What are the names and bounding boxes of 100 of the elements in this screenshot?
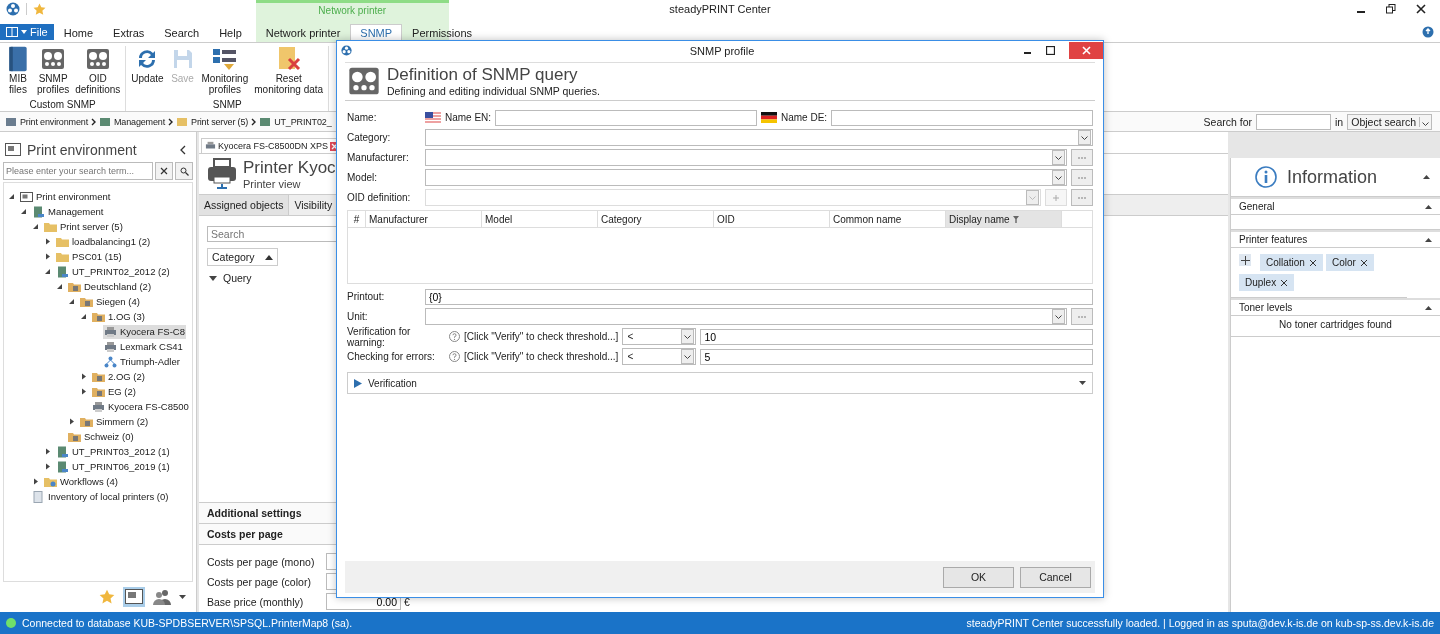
- dropdown-field[interactable]: [425, 308, 1067, 325]
- threshold-field[interactable]: 10: [700, 328, 1093, 345]
- tree-item[interactable]: UT_PRINT06_2019 (1): [55, 459, 171, 474]
- column-header[interactable]: Category: [598, 211, 714, 227]
- tree-item[interactable]: EG (2): [91, 384, 137, 399]
- maximize-icon[interactable]: [1046, 46, 1055, 55]
- search-field[interactable]: Search: [207, 226, 337, 242]
- breadcrumb-item[interactable]: Print environment: [4, 115, 89, 128]
- collapse-icon[interactable]: [1425, 237, 1432, 242]
- ribbon-tab[interactable]: Search: [154, 24, 210, 42]
- column-header[interactable]: Display name: [946, 211, 1062, 227]
- ribbon-button[interactable]: Monitoring profiles: [199, 46, 251, 95]
- filter-icon[interactable]: [1012, 215, 1019, 223]
- clear-button[interactable]: [155, 162, 173, 180]
- verification-expander[interactable]: Verification: [347, 372, 1093, 394]
- search-scope-dropdown[interactable]: Object search: [1347, 113, 1432, 130]
- tree-item[interactable]: Siegen (4): [79, 294, 141, 309]
- breadcrumb-item[interactable]: Print server (5): [175, 115, 250, 128]
- remove-icon[interactable]: [1280, 278, 1289, 287]
- tree-item[interactable]: Print environment: [19, 189, 112, 204]
- sort-button[interactable]: Category: [207, 248, 278, 266]
- expanded-arrow-icon[interactable]: [19, 208, 28, 215]
- ribbon-tab[interactable]: Network printer: [255, 24, 351, 42]
- dialog-button[interactable]: OK: [943, 566, 1014, 588]
- tree-item[interactable]: 2.OG (2): [91, 369, 146, 384]
- caret-icon[interactable]: [179, 595, 186, 599]
- tree-search-field[interactable]: Please enter your search term...: [3, 162, 153, 180]
- expanded-arrow-icon[interactable]: [7, 193, 16, 200]
- ribbon-tab[interactable]: Extras: [103, 24, 155, 42]
- collapse-icon[interactable]: [1423, 175, 1430, 179]
- collapse-icon[interactable]: [180, 145, 186, 155]
- ribbon-button[interactable]: Reset monitoring data: [252, 46, 326, 95]
- tree-item[interactable]: Schweiz (0): [67, 429, 135, 444]
- tree-item[interactable]: UT_PRINT03_2012 (1): [55, 444, 171, 459]
- expanded-arrow-icon[interactable]: [31, 223, 40, 230]
- expanded-arrow-icon[interactable]: [79, 313, 88, 320]
- help-icon[interactable]: [449, 331, 460, 342]
- help-icon[interactable]: [1422, 26, 1434, 38]
- expanded-arrow-icon[interactable]: [67, 298, 76, 305]
- remove-icon[interactable]: [1359, 258, 1368, 267]
- ribbon-button[interactable]: Update: [129, 46, 166, 84]
- ribbon-button[interactable]: MIB files: [3, 46, 33, 95]
- breadcrumb-item[interactable]: Management: [98, 115, 167, 128]
- file-menu-button[interactable]: File: [0, 24, 54, 40]
- close-button[interactable]: [1069, 42, 1103, 59]
- breadcrumb-item[interactable]: UT_PRINT02_: [258, 115, 333, 128]
- tree-item[interactable]: UT_PRINT02_2012 (2): [55, 264, 171, 279]
- column-header[interactable]: Model: [482, 211, 598, 227]
- name-en-field[interactable]: [495, 109, 757, 126]
- collapsed-arrow-icon[interactable]: [31, 478, 40, 485]
- dropdown-field[interactable]: [425, 129, 1093, 146]
- tree-item[interactable]: Print server (5): [43, 219, 124, 234]
- tree-item[interactable]: 1.OG (3): [91, 309, 146, 324]
- dropdown-field[interactable]: [425, 149, 1067, 166]
- ribbon-tab[interactable]: Home: [53, 24, 104, 42]
- collapsed-arrow-icon[interactable]: [79, 388, 88, 395]
- restore-icon[interactable]: [1386, 4, 1396, 14]
- collapse-icon[interactable]: [1425, 204, 1432, 209]
- collapsed-arrow-icon[interactable]: [43, 238, 52, 245]
- tree-item[interactable]: Management: [31, 204, 105, 219]
- tree-item[interactable]: Lexmark CS41: [103, 339, 184, 354]
- name-de-field[interactable]: [831, 109, 1093, 126]
- tree-item[interactable]: Workflows (4): [43, 474, 119, 489]
- ribbon-button[interactable]: SNMP profiles: [35, 46, 72, 95]
- ribbon-button[interactable]: OID definitions: [73, 46, 123, 95]
- column-header[interactable]: Query: [207, 272, 254, 284]
- collapsed-arrow-icon[interactable]: [43, 253, 52, 260]
- column-header[interactable]: Manufacturer: [366, 211, 482, 227]
- tree-item[interactable]: Triumph-Adler: [103, 354, 181, 369]
- tree-item[interactable]: Kyocera FS-C8: [103, 324, 186, 339]
- collapsed-arrow-icon[interactable]: [43, 448, 52, 455]
- close-icon[interactable]: [1416, 4, 1426, 14]
- operator-dropdown[interactable]: <: [622, 348, 697, 365]
- dropdown-field[interactable]: [425, 169, 1067, 186]
- column-header[interactable]: #: [348, 211, 366, 227]
- expanded-arrow-icon[interactable]: [55, 283, 64, 290]
- tree-item[interactable]: PSC01 (15): [55, 249, 123, 264]
- ribbon-tab[interactable]: Help: [209, 24, 252, 42]
- tree-item[interactable]: Kyocera FS-C8500: [91, 399, 190, 414]
- tree-item[interactable]: Deutschland (2): [67, 279, 153, 294]
- view-tab[interactable]: Assigned objects: [199, 195, 290, 215]
- collapse-icon[interactable]: [1425, 305, 1432, 310]
- search-button[interactable]: [175, 162, 193, 180]
- column-header[interactable]: OID: [714, 211, 830, 227]
- star-icon[interactable]: [33, 2, 46, 16]
- dialog-button[interactable]: Cancel: [1020, 566, 1091, 588]
- add-button[interactable]: [1239, 254, 1251, 266]
- help-icon[interactable]: [449, 351, 460, 362]
- threshold-field[interactable]: 5: [700, 348, 1093, 365]
- collapsed-arrow-icon[interactable]: [79, 373, 88, 380]
- operator-dropdown[interactable]: <: [622, 328, 697, 345]
- text-field[interactable]: {0}: [425, 288, 1093, 305]
- tree-item[interactable]: loadbalancing1 (2): [55, 234, 152, 249]
- users-button[interactable]: [151, 587, 173, 607]
- tree-item[interactable]: Inventory of local printers (0): [31, 489, 170, 504]
- collapsed-arrow-icon[interactable]: [67, 418, 76, 425]
- ribbon-tab[interactable]: Permissions: [402, 24, 482, 42]
- expanded-arrow-icon[interactable]: [43, 268, 52, 275]
- collapsed-arrow-icon[interactable]: [43, 463, 52, 470]
- search-field[interactable]: [1256, 113, 1332, 130]
